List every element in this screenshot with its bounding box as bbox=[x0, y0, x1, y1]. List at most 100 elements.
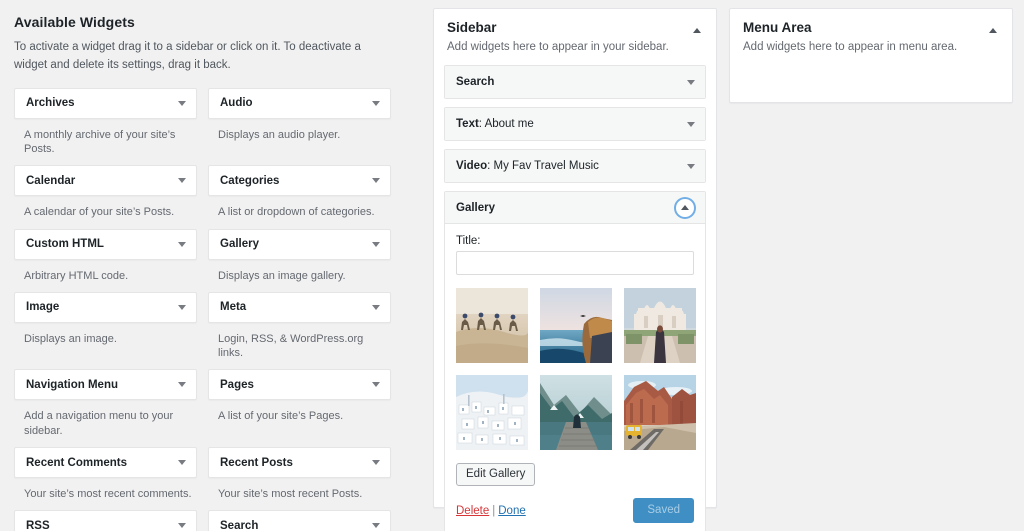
chevron-down-icon[interactable] bbox=[178, 101, 186, 106]
gallery-thumbnail[interactable] bbox=[624, 375, 696, 450]
chevron-down-icon[interactable] bbox=[372, 523, 380, 528]
chevron-down-icon[interactable] bbox=[178, 305, 186, 310]
chevron-down-icon[interactable] bbox=[178, 242, 186, 247]
available-widget-archives[interactable]: Archives bbox=[14, 88, 197, 119]
available-widget-pages[interactable]: Pages bbox=[208, 369, 391, 400]
available-widget-meta[interactable]: Meta bbox=[208, 292, 391, 323]
sidebar-widget-search[interactable]: Search bbox=[444, 65, 706, 99]
gallery-thumbnail[interactable] bbox=[540, 375, 612, 450]
chevron-up-icon[interactable] bbox=[675, 198, 695, 218]
available-widget-description: Login, RSS, & WordPress.org links. bbox=[208, 323, 391, 370]
available-widget-name: Pages bbox=[220, 379, 372, 391]
available-widget-calendar[interactable]: Calendar bbox=[14, 165, 197, 196]
sidebar-widget-text[interactable]: Text: About me bbox=[444, 107, 706, 141]
available-widget-name: Audio bbox=[220, 97, 372, 109]
available-widget-name: Gallery bbox=[220, 238, 372, 250]
menu-panel-title: Menu Area bbox=[743, 20, 999, 35]
available-widget-card[interactable]: Recent Comments bbox=[14, 447, 197, 478]
chevron-down-icon[interactable] bbox=[687, 164, 695, 169]
available-widget-card[interactable]: Custom HTML bbox=[14, 229, 197, 260]
available-widget-description: Displays an image. bbox=[14, 323, 197, 370]
gallery-title-input[interactable] bbox=[456, 251, 694, 275]
gallery-widget-footer: Delete|Done Saved bbox=[456, 498, 694, 523]
available-widget-card[interactable]: Meta bbox=[208, 292, 391, 323]
sidebar-widgets-list: Search Text: About me Video: My Fav Trav… bbox=[434, 65, 716, 531]
gallery-thumbnail-grid bbox=[456, 288, 694, 450]
chevron-up-glyph bbox=[681, 205, 689, 210]
chevron-up-icon[interactable] bbox=[691, 24, 703, 36]
available-widget-name: Recent Comments bbox=[26, 457, 178, 469]
available-widget-card[interactable]: Recent Posts bbox=[208, 447, 391, 478]
gallery-thumbnail[interactable] bbox=[456, 288, 528, 363]
available-widget-card[interactable]: Image bbox=[14, 292, 197, 323]
sidebar-widget-text-header[interactable]: Text: About me bbox=[445, 108, 705, 140]
available-widget-recent-posts[interactable]: Recent Posts bbox=[208, 447, 391, 478]
sidebar-widget-text-title: Text: About me bbox=[456, 118, 687, 130]
available-widget-card[interactable]: Archives bbox=[14, 88, 197, 119]
chevron-down-icon[interactable] bbox=[372, 382, 380, 387]
available-widget-name: Categories bbox=[220, 175, 372, 187]
chevron-down-icon[interactable] bbox=[372, 242, 380, 247]
chevron-down-icon[interactable] bbox=[372, 305, 380, 310]
sidebar-widget-video[interactable]: Video: My Fav Travel Music bbox=[444, 149, 706, 183]
sidebar-widget-search-header[interactable]: Search bbox=[445, 66, 705, 98]
done-link[interactable]: Done bbox=[498, 505, 526, 517]
link-separator: | bbox=[489, 505, 498, 517]
gallery-thumbnail[interactable] bbox=[540, 288, 612, 363]
available-widget-navigation-menu[interactable]: Navigation Menu bbox=[14, 369, 197, 400]
edit-gallery-button[interactable]: Edit Gallery bbox=[456, 463, 535, 486]
available-widget-description: A list of your site’s Pages. bbox=[208, 400, 391, 447]
available-widget-gallery[interactable]: Gallery bbox=[208, 229, 391, 260]
delete-widget-link[interactable]: Delete bbox=[456, 505, 489, 517]
save-button[interactable]: Saved bbox=[633, 498, 694, 523]
sidebar-panel-description: Add widgets here to appear in your sideb… bbox=[447, 39, 703, 55]
chevron-down-icon[interactable] bbox=[178, 178, 186, 183]
chevron-down-icon[interactable] bbox=[687, 80, 695, 85]
available-widget-audio[interactable]: Audio bbox=[208, 88, 391, 119]
available-widget-card[interactable]: Pages bbox=[208, 369, 391, 400]
chevron-down-icon[interactable] bbox=[372, 178, 380, 183]
widgets-admin-page: Available Widgets To activate a widget d… bbox=[0, 0, 1024, 531]
sidebar-widget-video-header[interactable]: Video: My Fav Travel Music bbox=[445, 150, 705, 182]
available-widget-rss[interactable]: RSS bbox=[14, 510, 197, 531]
available-widget-name: Image bbox=[26, 301, 178, 313]
available-widget-search[interactable]: Search bbox=[208, 510, 391, 531]
available-widget-description: Displays an audio player. bbox=[208, 119, 391, 166]
gallery-thumbnail[interactable] bbox=[624, 288, 696, 363]
gallery-widget-form: Title: bbox=[445, 224, 705, 531]
available-widget-card[interactable]: Search bbox=[208, 510, 391, 531]
chevron-down-icon[interactable] bbox=[372, 460, 380, 465]
sidebar-widget-area-panel: Sidebar Add widgets here to appear in yo… bbox=[433, 8, 717, 508]
available-widget-description: Your site’s most recent comments. bbox=[14, 478, 197, 510]
available-widget-description: Displays an image gallery. bbox=[208, 260, 391, 292]
available-widget-image[interactable]: Image bbox=[14, 292, 197, 323]
chevron-down-icon[interactable] bbox=[687, 122, 695, 127]
gallery-thumbnail[interactable] bbox=[456, 375, 528, 450]
available-widget-card[interactable]: Calendar bbox=[14, 165, 197, 196]
chevron-down-icon[interactable] bbox=[178, 523, 186, 528]
sidebar-widget-gallery[interactable]: Gallery Title: bbox=[444, 191, 706, 531]
available-widget-categories[interactable]: Categories bbox=[208, 165, 391, 196]
available-widget-custom-html[interactable]: Custom HTML bbox=[14, 229, 197, 260]
available-widget-card[interactable]: Audio bbox=[208, 88, 391, 119]
chevron-down-icon[interactable] bbox=[178, 382, 186, 387]
chevron-up-icon[interactable] bbox=[987, 24, 999, 36]
menu-panel-header: Menu Area Add widgets here to appear in … bbox=[730, 9, 1012, 65]
available-widget-name: Meta bbox=[220, 301, 372, 313]
available-widgets-section: Available Widgets To activate a widget d… bbox=[0, 0, 410, 531]
available-widget-card[interactable]: RSS bbox=[14, 510, 197, 531]
available-widget-card[interactable]: Categories bbox=[208, 165, 391, 196]
sidebar-widget-search-title: Search bbox=[456, 76, 687, 88]
sidebar-widget-gallery-header[interactable]: Gallery bbox=[445, 192, 705, 224]
available-widget-name: Navigation Menu bbox=[26, 379, 178, 391]
menu-area-widget-panel: Menu Area Add widgets here to appear in … bbox=[729, 8, 1013, 103]
available-widget-recent-comments[interactable]: Recent Comments bbox=[14, 447, 197, 478]
sidebar-panel-title: Sidebar bbox=[447, 20, 703, 35]
available-widget-name: Custom HTML bbox=[26, 238, 178, 250]
chevron-down-icon[interactable] bbox=[178, 460, 186, 465]
chevron-down-icon[interactable] bbox=[372, 101, 380, 106]
chevron-up-glyph bbox=[989, 28, 997, 33]
available-widget-card[interactable]: Gallery bbox=[208, 229, 391, 260]
available-widget-card[interactable]: Navigation Menu bbox=[14, 369, 197, 400]
available-widget-name: Calendar bbox=[26, 175, 178, 187]
